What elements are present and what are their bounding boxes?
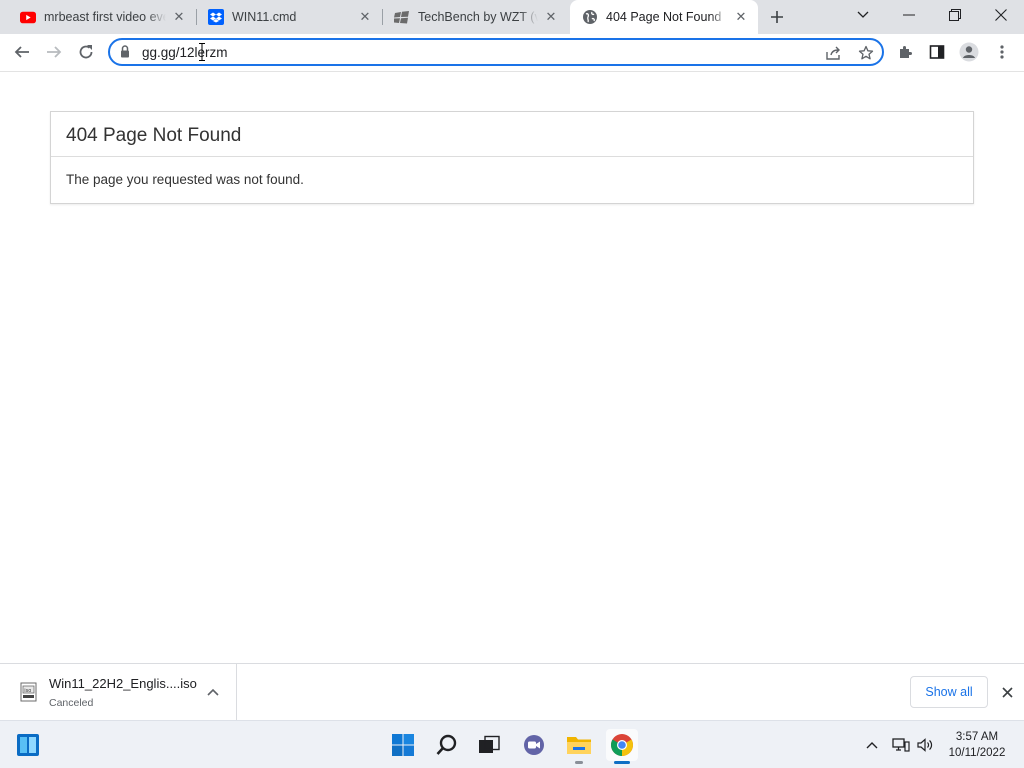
back-button[interactable]	[7, 37, 37, 67]
error-panel: 404 Page Not Found The page you requeste…	[50, 111, 974, 204]
kebab-menu-icon	[1000, 45, 1004, 59]
minimize-button[interactable]	[886, 0, 932, 30]
globe-icon	[582, 9, 598, 25]
svg-text:iso: iso	[24, 688, 31, 694]
volume-icon[interactable]	[916, 735, 936, 755]
search-button[interactable]	[431, 729, 463, 761]
close-icon	[995, 9, 1007, 21]
minimize-icon	[903, 14, 915, 16]
tab-404-page[interactable]: 404 Page Not Found ✕	[570, 0, 758, 34]
address-bar[interactable]: gg.gg/12lerzm	[108, 38, 884, 66]
running-indicator	[575, 761, 583, 764]
start-button[interactable]	[387, 729, 419, 761]
tab-mrbeast[interactable]: mrbeast first video ever ✕	[8, 0, 196, 34]
browser-toolbar: gg.gg/12lerzm	[0, 34, 1024, 72]
tab-title: TechBench by WZT (v4	[418, 10, 538, 24]
windows-flag-icon	[394, 9, 410, 25]
tab-title: 404 Page Not Found	[606, 10, 722, 24]
side-panel-button[interactable]	[922, 37, 952, 67]
address-text: gg.gg/12lerzm	[142, 45, 228, 60]
windows-taskbar: 3:57 AM 10/11/2022	[0, 720, 1024, 768]
bookmark-star-icon[interactable]	[855, 42, 877, 64]
forward-button[interactable]	[39, 37, 69, 67]
close-tab-icon[interactable]: ✕	[542, 8, 560, 26]
tab-techbench[interactable]: TechBench by WZT (v4 ✕	[382, 0, 568, 34]
search-icon	[436, 734, 457, 755]
text-cursor-icon	[199, 43, 205, 61]
network-icon[interactable]	[891, 735, 911, 755]
avatar-icon	[959, 42, 979, 62]
arrow-left-icon	[14, 46, 29, 58]
tab-search-button[interactable]	[840, 0, 886, 30]
profile-button[interactable]	[954, 37, 984, 67]
tab-strip: mrbeast first video ever ✕ WIN11.cmd ✕ T…	[0, 0, 1024, 34]
download-status: Canceled	[49, 697, 94, 709]
windows-logo-icon	[392, 734, 414, 756]
show-hidden-icons-button[interactable]	[862, 735, 882, 755]
iso-file-icon: iso	[20, 682, 38, 702]
chevron-up-icon	[866, 742, 878, 749]
close-download-bar-button[interactable]	[996, 681, 1018, 703]
close-tab-icon[interactable]: ✕	[732, 8, 750, 26]
arrow-right-icon	[47, 46, 62, 58]
close-icon	[1001, 686, 1013, 698]
active-indicator	[614, 761, 630, 764]
share-icon[interactable]	[823, 42, 845, 64]
page-title: 404 Page Not Found	[51, 112, 973, 157]
download-bar: iso Win11_22H2_Englis....iso Canceled Sh…	[0, 663, 1024, 720]
chrome-icon	[611, 734, 633, 756]
download-filename: Win11_22H2_Englis....iso	[49, 676, 197, 691]
chrome-taskbar-button[interactable]	[606, 729, 638, 761]
youtube-icon	[20, 9, 36, 25]
tab-title: WIN11.cmd	[232, 10, 297, 24]
dropbox-icon	[208, 9, 224, 25]
file-explorer-button[interactable]	[563, 729, 595, 761]
task-view-button[interactable]	[473, 729, 505, 761]
restore-icon	[949, 9, 961, 21]
lock-icon[interactable]	[120, 45, 130, 63]
chat-icon	[524, 735, 544, 755]
chrome-menu-button[interactable]	[987, 37, 1017, 67]
error-message: The page you requested was not found.	[66, 172, 304, 187]
tab-title: mrbeast first video ever	[44, 10, 166, 24]
clock-date: 10/11/2022	[948, 747, 1006, 759]
restore-button[interactable]	[932, 0, 978, 30]
folder-icon	[567, 737, 591, 754]
teams-chat-button[interactable]	[518, 729, 550, 761]
chevron-up-icon[interactable]	[204, 683, 222, 701]
puzzle-icon	[900, 46, 912, 58]
task-view-icon	[479, 735, 500, 753]
plus-icon	[771, 11, 783, 23]
clock-time: 3:57 AM	[955, 731, 999, 743]
side-panel-icon	[929, 45, 945, 59]
reload-button[interactable]	[71, 37, 101, 67]
download-item[interactable]: iso Win11_22H2_Englis....iso Canceled	[0, 664, 237, 720]
close-tab-icon[interactable]: ✕	[356, 8, 374, 26]
close-tab-icon[interactable]: ✕	[170, 8, 188, 26]
chevron-down-icon	[857, 11, 869, 18]
close-window-button[interactable]	[978, 0, 1024, 30]
tab-win11-cmd[interactable]: WIN11.cmd ✕	[196, 0, 382, 34]
new-tab-button[interactable]	[764, 5, 790, 29]
show-all-button[interactable]: Show all	[910, 676, 988, 708]
widgets-icon[interactable]	[12, 729, 44, 761]
taskbar-clock[interactable]: 3:57 AM 10/11/2022	[940, 729, 1014, 761]
reload-icon	[79, 45, 93, 59]
extensions-button[interactable]	[891, 37, 921, 67]
